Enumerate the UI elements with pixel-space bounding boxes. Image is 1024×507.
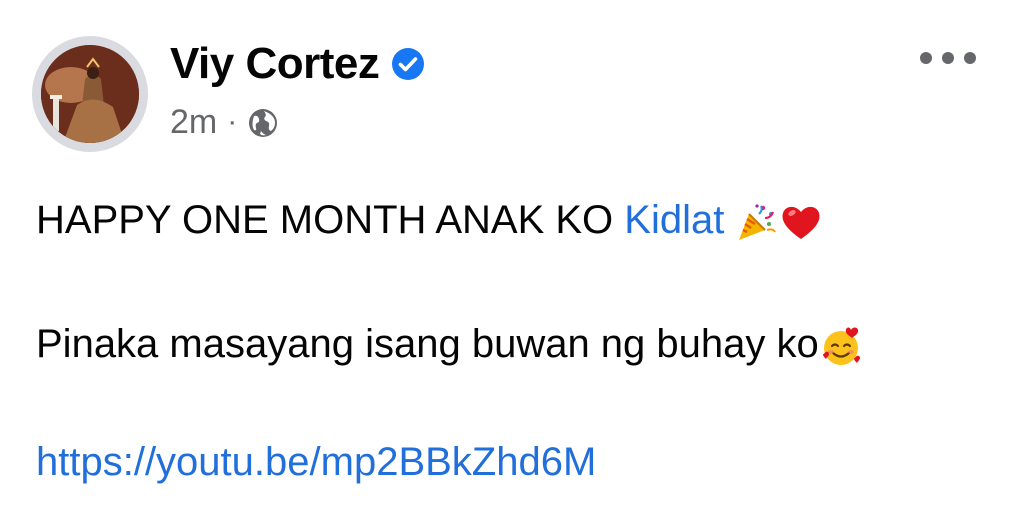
more-dot <box>920 52 932 64</box>
avatar-photo <box>41 45 139 143</box>
more-options-button[interactable] <box>920 44 976 72</box>
post-line-2: Pinaka masayang isang buwan ng buhay ko <box>36 318 994 370</box>
author-name[interactable]: Viy Cortez <box>170 38 380 90</box>
post-line-1: HAPPY ONE MONTH ANAK KO Kidlat <box>36 194 994 246</box>
globe-icon[interactable] <box>247 106 279 138</box>
post-line-3: https://youtu.be/mp2BBkZhd6M <box>36 436 994 488</box>
more-dot <box>942 52 954 64</box>
smiling-face-with-hearts-icon <box>819 324 863 368</box>
meta-separator: · <box>227 105 238 138</box>
post-line-2-text: Pinaka masayang isang buwan ng buhay ko <box>36 322 819 366</box>
mention-kidlat[interactable]: Kidlat <box>624 198 724 242</box>
author-row: Viy Cortez <box>170 38 425 90</box>
post-timestamp[interactable]: 2m <box>170 100 217 144</box>
avatar[interactable] <box>41 45 139 143</box>
more-dot <box>964 52 976 64</box>
verified-badge-icon <box>391 47 425 81</box>
post-meta: 2m · <box>170 100 279 144</box>
red-heart-icon <box>779 200 823 244</box>
facebook-post: Viy Cortez 2m · HAPPY ONE MONTH ANAK KO … <box>0 0 1024 507</box>
avatar-ring[interactable] <box>32 36 148 152</box>
party-popper-icon <box>735 200 779 244</box>
post-line-1-text: HAPPY ONE MONTH ANAK KO <box>36 198 625 242</box>
youtube-link[interactable]: https://youtu.be/mp2BBkZhd6M <box>36 440 596 484</box>
